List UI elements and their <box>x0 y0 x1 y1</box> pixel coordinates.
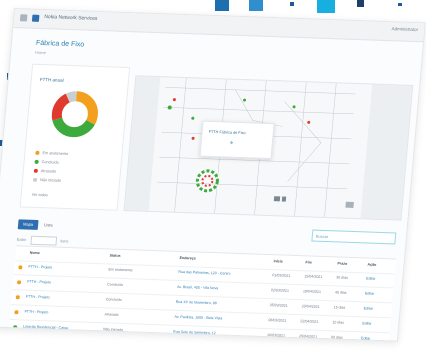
table-cell-end: 18/04/2021 <box>302 289 322 294</box>
table-cell-due: 30 dias <box>336 275 349 280</box>
network-map[interactable]: FTTH Fábrica de Fixo ⌖ <box>123 75 414 221</box>
table-cell-start: 01/03/2021 <box>272 273 291 278</box>
user-menu[interactable]: Administrator <box>391 26 418 32</box>
legend-label: Atrasado <box>40 169 57 174</box>
table-cell-due: 45 dias <box>334 290 347 295</box>
map-popup-title: FTTH Fábrica de Fixo <box>208 129 246 136</box>
table-cell-end: 15/04/2021 <box>304 274 323 279</box>
column-header[interactable]: Status <box>109 253 120 257</box>
table-cell-status: Atrasado <box>104 312 120 317</box>
window-title: Nokia Network Services <box>44 14 98 22</box>
row-status-icon <box>12 325 18 330</box>
table-cell-act[interactable]: Editar <box>365 291 375 295</box>
summary-card-title: FTTH anual <box>39 76 64 83</box>
table-cell-name[interactable]: FTTH - Projeto <box>26 295 50 300</box>
app-logo-icon <box>31 14 40 22</box>
legend-item: Atrasado <box>33 168 57 174</box>
legend-dot-icon <box>32 177 38 182</box>
decor-block-7 <box>398 3 402 6</box>
pager-show-label: Exibir <box>16 237 27 243</box>
decor-block-5 <box>317 0 335 13</box>
table-cell-addr[interactable]: Rua Sete de Setembro, 12 <box>173 330 216 335</box>
table-cell-due: 60 dias <box>330 335 343 340</box>
status-donut-chart <box>51 91 98 138</box>
row-status-icon <box>14 310 19 315</box>
table-cell-end: 25/04/2021 <box>298 334 318 339</box>
map-popup[interactable]: FTTH Fábrica de Fixo ⌖ <box>199 120 275 160</box>
column-header[interactable]: Ação <box>367 262 376 266</box>
decor-block-6 <box>357 0 364 7</box>
table-cell-status: Não iniciado <box>103 327 124 332</box>
table-cell-start: 05/03/2021 <box>269 303 288 308</box>
legend-label: Concluído <box>41 160 59 165</box>
map-view-button[interactable]: Mapa <box>17 219 39 230</box>
column-header[interactable]: Prazo <box>337 261 347 265</box>
table-cell-start: 10/03/2021 <box>266 333 286 338</box>
table-cell-end: 20/04/2021 <box>301 304 320 309</box>
table-cell-name[interactable]: Ligação Residencial - Caixa <box>23 325 68 331</box>
table-cell-act[interactable]: Editar <box>366 276 376 280</box>
pin-icon: ⌖ <box>229 140 234 147</box>
table-cell-name[interactable]: FTTH - Projeto <box>24 310 48 315</box>
view-toolbar: Mapa Lista Buscar <box>17 215 399 250</box>
page-title: Fábrica de Fixo <box>35 39 85 49</box>
pager-items-label: itens <box>60 239 69 244</box>
table-cell-status: Em andamento <box>108 267 133 273</box>
legend-label: Em andamento <box>42 151 69 156</box>
table-cell-act[interactable]: Editar <box>361 336 371 340</box>
table-cell-start: 02/03/2021 <box>270 288 290 293</box>
table-cell-addr[interactable]: Av. Paulista, 1000 - Bela Vista <box>174 315 222 321</box>
decor-block-2 <box>215 0 229 11</box>
decor-block-4 <box>290 2 294 6</box>
legend-item: Concluído <box>34 159 59 165</box>
table-cell-name[interactable]: FTTH - Projeto <box>28 265 52 270</box>
table-cell-name[interactable]: FTTH - Projeto <box>27 280 51 285</box>
table-cell-due: 10 dias <box>332 320 345 325</box>
view-all-link[interactable]: Ver todos <box>32 193 48 198</box>
legend-item: Em andamento <box>35 150 69 156</box>
legend-label: Não iniciado <box>39 178 62 183</box>
column-header[interactable]: Fim <box>305 260 312 264</box>
list-view-button[interactable]: Lista <box>44 220 53 230</box>
results-table: Nome Status Endereço Início Fim Prazo Aç… <box>8 245 397 342</box>
legend-dot-icon <box>33 168 39 173</box>
back-icon[interactable] <box>19 14 28 22</box>
table-cell-addr[interactable]: Rua XV de Novembro, 88 <box>176 300 217 305</box>
table-cell-status: Concluído <box>106 282 124 287</box>
pagination-control: Exibir itens <box>16 235 69 246</box>
row-status-icon <box>18 265 23 270</box>
table-cell-status: Concluído <box>105 297 123 302</box>
title-bar: Nokia Network Services Administrator <box>13 9 425 43</box>
column-header[interactable]: Endereço <box>179 256 196 261</box>
table-cell-due: 15 dias <box>333 305 346 310</box>
table-cell-end: 22/04/2021 <box>300 319 319 324</box>
table-cell-act[interactable]: Editar <box>363 306 373 310</box>
decor-block-3 <box>249 0 263 11</box>
table-cell-addr[interactable]: Av. Brasil, 455 - Vila Nova <box>177 285 219 290</box>
legend-dot-icon <box>35 150 40 155</box>
breadcrumb[interactable]: Home <box>35 50 46 55</box>
search-input[interactable]: Buscar <box>311 229 397 245</box>
app-window: Nokia Network Services Administrator Fáb… <box>0 8 426 342</box>
row-status-icon <box>16 280 22 285</box>
column-header[interactable]: Nome <box>30 251 40 255</box>
page-size-select[interactable] <box>29 235 57 246</box>
column-header[interactable]: Início <box>273 259 283 263</box>
legend-dot-icon <box>34 159 39 164</box>
row-status-icon <box>15 295 20 300</box>
summary-card: FTTH anual Em andamento Concluído Atrasa… <box>19 63 131 211</box>
legend-item: Não iniciado <box>32 177 62 183</box>
table-cell-addr[interactable]: Rua das Palmeiras, 120 - Centro <box>178 270 231 276</box>
table-cell-start: 08/03/2021 <box>268 318 287 323</box>
